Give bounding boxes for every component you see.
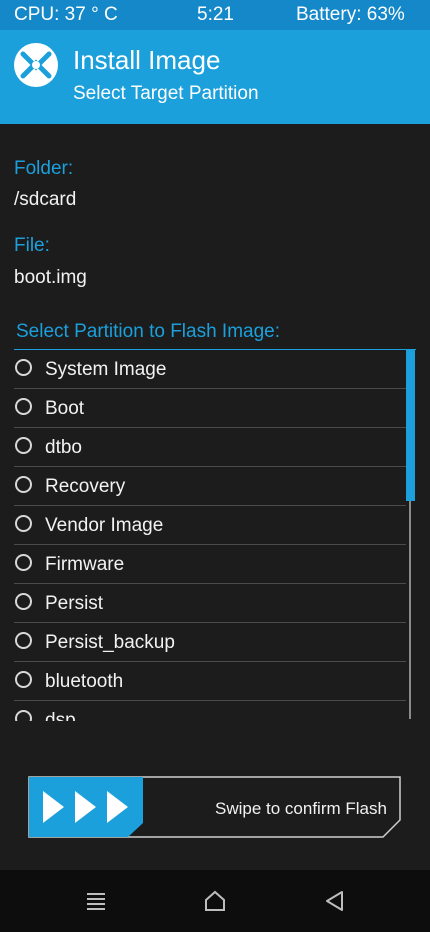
clock: 5:21 [197,4,234,25]
page-subtitle: Select Target Partition [73,83,259,104]
status-bar: CPU: 37 ° C 5:21 Battery: 63% [0,0,430,30]
folder-label: Folder: [14,158,74,179]
partition-item-persist[interactable]: Persist [14,584,406,623]
battery-level: Battery: 63% [296,4,405,25]
file-value: boot.img [14,267,87,288]
partition-item-boot[interactable]: Boot [14,389,406,428]
partition-label: dsp [45,710,76,721]
partition-label: Boot [45,398,85,419]
partition-item-system-image[interactable]: System Image [14,350,406,389]
twrp-logo-icon [14,43,58,87]
cpu-temperature: CPU: 37 ° C [14,4,118,25]
partition-label: Persist [45,593,104,614]
partition-item-dsp[interactable]: dsp [14,701,406,721]
partition-item-persist-backup[interactable]: Persist_backup [14,623,406,662]
partition-item-firmware[interactable]: Firmware [14,545,406,584]
partition-label: bluetooth [45,671,124,692]
radio-button-icon[interactable] [15,554,32,571]
home-icon[interactable] [204,890,226,912]
radio-button-icon[interactable] [15,476,32,493]
radio-button-icon[interactable] [15,398,32,415]
radio-button-icon[interactable] [15,437,32,454]
partition-label: Recovery [45,476,126,497]
partition-label: Persist_backup [45,632,175,653]
partition-label: dtbo [45,437,82,458]
radio-button-icon[interactable] [15,515,32,532]
partition-label: Firmware [45,554,125,575]
partition-item-bluetooth[interactable]: bluetooth [14,662,406,701]
scrollbar-track[interactable] [409,501,411,719]
folder-value: /sdcard [14,189,77,210]
header: Install Image Select Target Partition [0,30,430,124]
partition-list-heading: Select Partition to Flash Image: [16,321,281,342]
partition-item-recovery[interactable]: Recovery [14,467,406,506]
menu-icon[interactable] [86,890,106,912]
install-image-screen: CPU: 37 ° C 5:21 Battery: 63% Install Im… [0,0,430,932]
partition-label: Vendor Image [45,515,164,536]
partition-item-dtbo[interactable]: dtbo [14,428,406,467]
scrollbar-thumb[interactable] [406,349,415,501]
radio-button-icon[interactable] [15,632,32,649]
radio-button-icon[interactable] [15,359,32,376]
partition-item-vendor-image[interactable]: Vendor Image [14,506,406,545]
radio-button-icon[interactable] [15,671,32,688]
back-icon[interactable] [324,890,346,912]
file-label: File: [14,235,50,256]
swipe-label: Swipe to confirm Flash [215,799,387,818]
partition-label: System Image [45,359,167,380]
navigation-bar [0,870,430,932]
radio-button-icon[interactable] [15,710,32,721]
page-title: Install Image [73,45,221,75]
partition-list[interactable]: System Image Boot dtbo Recovery Vendor I… [14,349,416,721]
radio-button-icon[interactable] [15,593,32,610]
